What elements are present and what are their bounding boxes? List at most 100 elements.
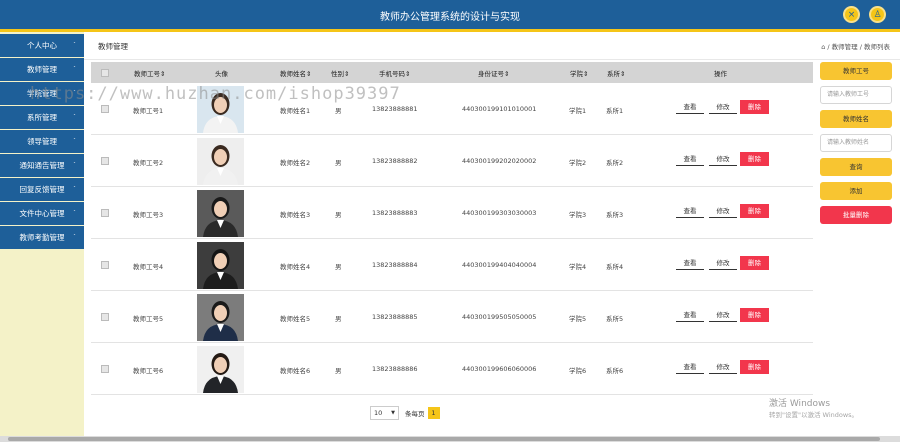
delete-button[interactable]: 删除 — [740, 308, 769, 322]
page-number-current[interactable]: 1 — [427, 407, 440, 419]
teacher-avatar — [197, 190, 244, 237]
teacher-avatar — [197, 294, 244, 341]
row-checkbox[interactable] — [101, 261, 109, 269]
col-header-avatar: 头像 — [215, 70, 228, 78]
table-row: 教师工号4 教师姓名4 男 13823888884 44030019940404… — [91, 239, 813, 291]
chevron-down-icon: ▼ — [391, 410, 395, 416]
delete-button[interactable]: 删除 — [740, 360, 769, 374]
view-button[interactable]: 查看 — [676, 308, 704, 322]
row-checkbox[interactable] — [101, 157, 109, 165]
row-checkbox[interactable] — [101, 365, 109, 373]
col-header-phone[interactable]: 手机号码⇕ — [379, 68, 410, 78]
sidebar-item-notice[interactable]: 通知通告管理 ˇ — [0, 154, 84, 177]
sidebar-item-personal-center[interactable]: 个人中心 ˇ — [0, 34, 84, 57]
view-button[interactable]: 查看 — [676, 360, 704, 374]
view-button[interactable]: 查看 — [676, 204, 704, 218]
cell-gender: 男 — [335, 159, 342, 167]
col-header-idcard[interactable]: 身份证号⇕ — [478, 68, 509, 78]
windows-activation-title: 激活 Windows — [769, 399, 831, 409]
cell-gender: 男 — [335, 263, 342, 271]
sidebar-item-attendance[interactable]: 教师考勤管理 ˇ — [0, 226, 84, 249]
sidebar-item-department[interactable]: 系所管理 ˇ — [0, 106, 84, 129]
sidebar-item-leader[interactable]: 领导管理 ˇ — [0, 130, 84, 153]
teacher-avatar — [197, 346, 244, 393]
cell-phone: 13823888884 — [372, 261, 418, 269]
cell-dept: 系所6 — [606, 367, 624, 375]
cell-dept: 系所5 — [606, 315, 624, 323]
row-checkbox[interactable] — [101, 313, 109, 321]
cell-gender: 男 — [335, 315, 342, 323]
cell-gender: 男 — [335, 211, 342, 219]
cell-idcard: 440300199606060006 — [462, 365, 537, 373]
edit-button[interactable]: 修改 — [709, 256, 737, 270]
cell-teacher-name: 教师姓名3 — [280, 211, 311, 219]
page-size-select[interactable]: 10 ▼ — [370, 406, 399, 420]
row-checkbox[interactable] — [101, 209, 109, 217]
watermark-text: https://www.huzhan.com/ishop39397 — [30, 84, 401, 104]
cell-teacher-name: 教师姓名5 — [280, 315, 311, 323]
teacher-id-label: 教师工号 — [820, 62, 892, 80]
cell-college: 学院1 — [569, 107, 587, 115]
add-button[interactable]: 添加 — [820, 182, 892, 200]
delete-button[interactable]: 删除 — [740, 256, 769, 270]
horizontal-scrollbar[interactable] — [0, 436, 900, 442]
cell-phone: 13823888883 — [372, 209, 418, 217]
cell-idcard: 440300199505050005 — [462, 313, 537, 321]
cell-dept: 系所3 — [606, 211, 624, 219]
top-bar: 教师办公管理系统的设计与实现 × ♙ — [0, 0, 900, 29]
view-button[interactable]: 查看 — [676, 256, 704, 270]
avatar-image — [197, 294, 244, 341]
close-icon[interactable]: × — [843, 6, 860, 23]
crumb-bar: 教师管理 ⌂ / 教师管理 / 教师列表 — [84, 32, 900, 60]
delete-button[interactable]: 删除 — [740, 152, 769, 166]
sidebar-item-teacher[interactable]: 教师管理 ˇ — [0, 58, 84, 81]
edit-button[interactable]: 修改 — [709, 308, 737, 322]
cell-teacher-name: 教师姓名1 — [280, 107, 311, 115]
cell-dept: 系所1 — [606, 107, 624, 115]
cell-gender: 男 — [335, 107, 342, 115]
col-header-actions: 操作 — [714, 70, 727, 78]
col-header-id[interactable]: 教师工号⇕ — [134, 68, 165, 78]
cell-teacher-id: 教师工号4 — [133, 263, 164, 271]
teacher-avatar — [197, 138, 244, 185]
chevron-down-icon: ˇ — [73, 114, 76, 121]
delete-button[interactable]: 删除 — [740, 204, 769, 218]
cell-college: 学院4 — [569, 263, 587, 271]
select-all-checkbox[interactable] — [101, 69, 109, 77]
teacher-table: 教师工号⇕ 头像 教师姓名⇕ 性别⇕ 手机号码⇕ 身份证号⇕ 学院⇕ 系所⇕ 操… — [91, 62, 813, 395]
cell-phone: 13823888882 — [372, 157, 418, 165]
cell-college: 学院6 — [569, 367, 587, 375]
app-title: 教师办公管理系统的设计与实现 — [380, 12, 520, 23]
breadcrumb[interactable]: ⌂ / 教师管理 / 教师列表 — [821, 41, 890, 51]
table-row: 教师工号2 教师姓名2 男 13823888882 44030019920202… — [91, 135, 813, 187]
scroll-thumb[interactable] — [8, 437, 880, 441]
cell-phone: 13823888881 — [372, 105, 418, 113]
page-size-label: 条每页 — [405, 410, 425, 418]
user-icon[interactable]: ♙ — [869, 6, 886, 23]
chevron-down-icon: ˇ — [73, 162, 76, 169]
teacher-avatar — [197, 242, 244, 289]
row-checkbox[interactable] — [101, 105, 109, 113]
cell-college: 学院2 — [569, 159, 587, 167]
sidebar-item-feedback[interactable]: 回复反馈管理 ˇ — [0, 178, 84, 201]
cell-dept: 系所4 — [606, 263, 624, 271]
chevron-down-icon: ˇ — [73, 138, 76, 145]
batch-delete-button[interactable]: 批量删除 — [820, 206, 892, 224]
sidebar-item-files[interactable]: 文件中心管理 ˇ — [0, 202, 84, 225]
cell-college: 学院5 — [569, 315, 587, 323]
edit-button[interactable]: 修改 — [709, 204, 737, 218]
col-header-dept[interactable]: 系所⇕ — [607, 68, 625, 78]
cell-teacher-id: 教师工号1 — [133, 107, 164, 115]
avatar-image — [197, 190, 244, 237]
teacher-name-label: 教师姓名 — [820, 110, 892, 128]
chevron-down-icon: ˇ — [73, 42, 76, 49]
col-header-gender[interactable]: 性别⇕ — [331, 68, 349, 78]
col-header-name[interactable]: 教师姓名⇕ — [280, 68, 311, 78]
edit-button[interactable]: 修改 — [709, 152, 737, 166]
cell-teacher-name: 教师姓名2 — [280, 159, 311, 167]
edit-button[interactable]: 修改 — [709, 360, 737, 374]
query-button[interactable]: 查询 — [820, 158, 892, 176]
teacher-name-input[interactable]: 请输入教师姓名 — [820, 134, 892, 152]
col-header-college[interactable]: 学院⇕ — [570, 68, 588, 78]
view-button[interactable]: 查看 — [676, 152, 704, 166]
